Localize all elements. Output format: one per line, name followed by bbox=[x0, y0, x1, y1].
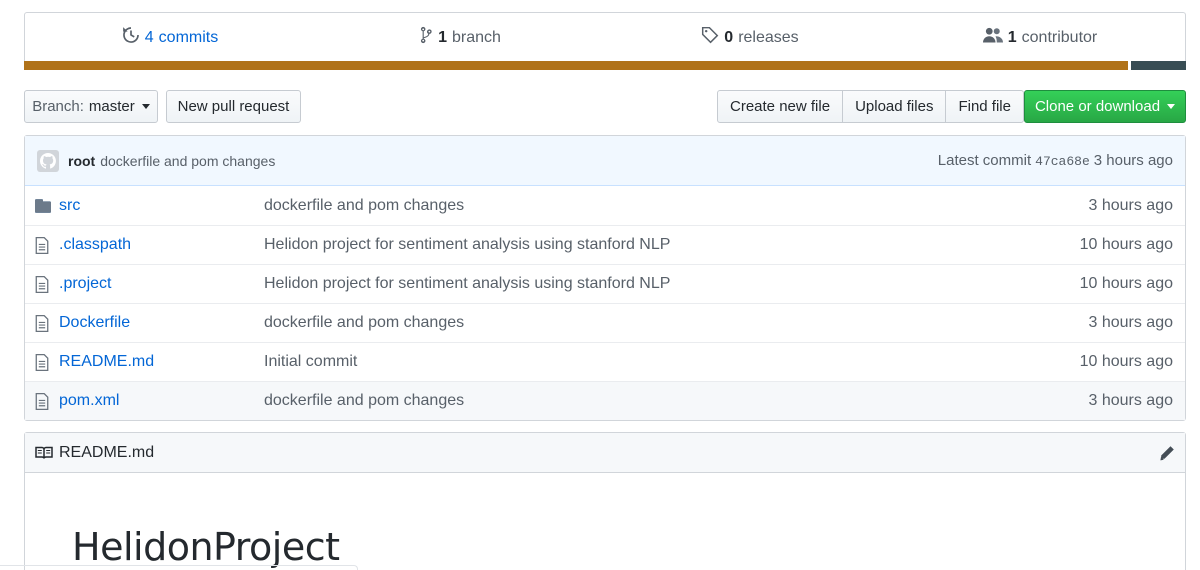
readme-panel: README.md HelidonProject bbox=[24, 432, 1186, 570]
file-commit-message[interactable]: dockerfile and pom changes bbox=[264, 314, 1088, 332]
commit-message[interactable]: dockerfile and pom changes bbox=[100, 153, 275, 169]
file-age: 3 hours ago bbox=[1088, 314, 1173, 331]
file-name[interactable]: README.md bbox=[59, 353, 264, 371]
file-age: 10 hours ago bbox=[1079, 236, 1173, 253]
file-age: 10 hours ago bbox=[1079, 353, 1173, 370]
commit-age: 3 hours ago bbox=[1093, 152, 1173, 169]
file-icon bbox=[35, 236, 51, 254]
language-bar[interactable] bbox=[24, 61, 1186, 70]
file-row: src dockerfile and pom changes 3 hours a… bbox=[25, 186, 1185, 225]
file-list: root dockerfile and pom changes Latest c… bbox=[24, 135, 1186, 421]
file-name[interactable]: Dockerfile bbox=[59, 314, 264, 332]
caret-down-icon bbox=[141, 104, 150, 109]
language-segment-java[interactable] bbox=[24, 61, 1128, 70]
file-row: pom.xml dockerfile and pom changes 3 hou… bbox=[25, 381, 1185, 420]
latest-commit-bar: root dockerfile and pom changes Latest c… bbox=[25, 136, 1185, 186]
find-file-button[interactable]: Find file bbox=[945, 90, 1024, 123]
branch-select-button[interactable]: Branch: master bbox=[24, 90, 158, 123]
file-commit-message[interactable]: Initial commit bbox=[264, 353, 1080, 371]
commits-count: 4 bbox=[144, 28, 154, 46]
file-icon bbox=[35, 392, 51, 410]
file-name[interactable]: .project bbox=[59, 275, 264, 293]
file-commit-message[interactable]: Helidon project for sentiment analysis u… bbox=[264, 236, 1080, 254]
file-row: .classpath Helidon project for sentiment… bbox=[25, 225, 1185, 264]
book-icon bbox=[35, 446, 53, 460]
file-name[interactable]: .classpath bbox=[59, 236, 264, 254]
contributors-count: 1 bbox=[1007, 28, 1017, 46]
people-icon bbox=[982, 26, 1003, 49]
branch-prefix: Branch: bbox=[32, 98, 84, 115]
history-icon bbox=[122, 26, 140, 49]
file-commit-message[interactable]: dockerfile and pom changes bbox=[264, 197, 1088, 215]
readme-header: README.md bbox=[25, 433, 1185, 473]
commit-author[interactable]: root bbox=[68, 153, 95, 169]
upload-files-button[interactable]: Upload files bbox=[842, 90, 947, 123]
caret-down-icon bbox=[1167, 104, 1176, 109]
latest-commit-label: Latest commit bbox=[937, 152, 1032, 169]
file-actions-group: Create new file Upload files Find file bbox=[717, 90, 1024, 123]
commit-sha[interactable]: 47ca68e bbox=[1035, 154, 1090, 169]
file-age: 10 hours ago bbox=[1079, 275, 1173, 292]
releases-label: releases bbox=[738, 28, 799, 46]
file-icon bbox=[35, 314, 51, 332]
file-age: 3 hours ago bbox=[1088, 392, 1173, 409]
pencil-icon[interactable] bbox=[1159, 445, 1175, 461]
file-icon bbox=[35, 275, 51, 293]
releases-count: 0 bbox=[724, 28, 734, 46]
file-commit-message[interactable]: Helidon project for sentiment analysis u… bbox=[264, 275, 1080, 293]
clone-label: Clone or download bbox=[1034, 98, 1161, 115]
file-name[interactable]: src bbox=[59, 197, 264, 215]
file-name[interactable]: pom.xml bbox=[59, 392, 264, 410]
divider bbox=[0, 565, 358, 570]
file-row: README.md Initial commit 10 hours ago bbox=[25, 342, 1185, 381]
avatar[interactable] bbox=[37, 149, 59, 172]
branch-name: master bbox=[88, 98, 135, 115]
branches-count: 1 bbox=[438, 28, 447, 46]
language-segment-dockerfile[interactable] bbox=[1130, 61, 1186, 70]
file-age: 3 hours ago bbox=[1088, 196, 1173, 214]
file-row: Dockerfile dockerfile and pom changes 3 … bbox=[25, 303, 1185, 342]
readme-heading: HelidonProject bbox=[72, 525, 340, 569]
file-icon bbox=[35, 353, 51, 371]
readme-filename: README.md bbox=[59, 443, 155, 461]
folder-icon bbox=[35, 197, 51, 215]
create-new-file-button[interactable]: Create new file bbox=[717, 90, 844, 123]
tag-icon bbox=[701, 26, 719, 49]
git-branch-icon bbox=[419, 26, 433, 49]
contributors-label: contributor bbox=[1021, 28, 1098, 46]
clone-or-download-button[interactable]: Clone or download bbox=[1024, 90, 1186, 123]
new-pull-request-button[interactable]: New pull request bbox=[166, 90, 301, 123]
branches-label: branch bbox=[451, 28, 501, 46]
file-row: .project Helidon project for sentiment a… bbox=[25, 264, 1185, 303]
file-commit-message[interactable]: dockerfile and pom changes bbox=[264, 392, 1088, 410]
commits-label: commits bbox=[158, 28, 219, 46]
